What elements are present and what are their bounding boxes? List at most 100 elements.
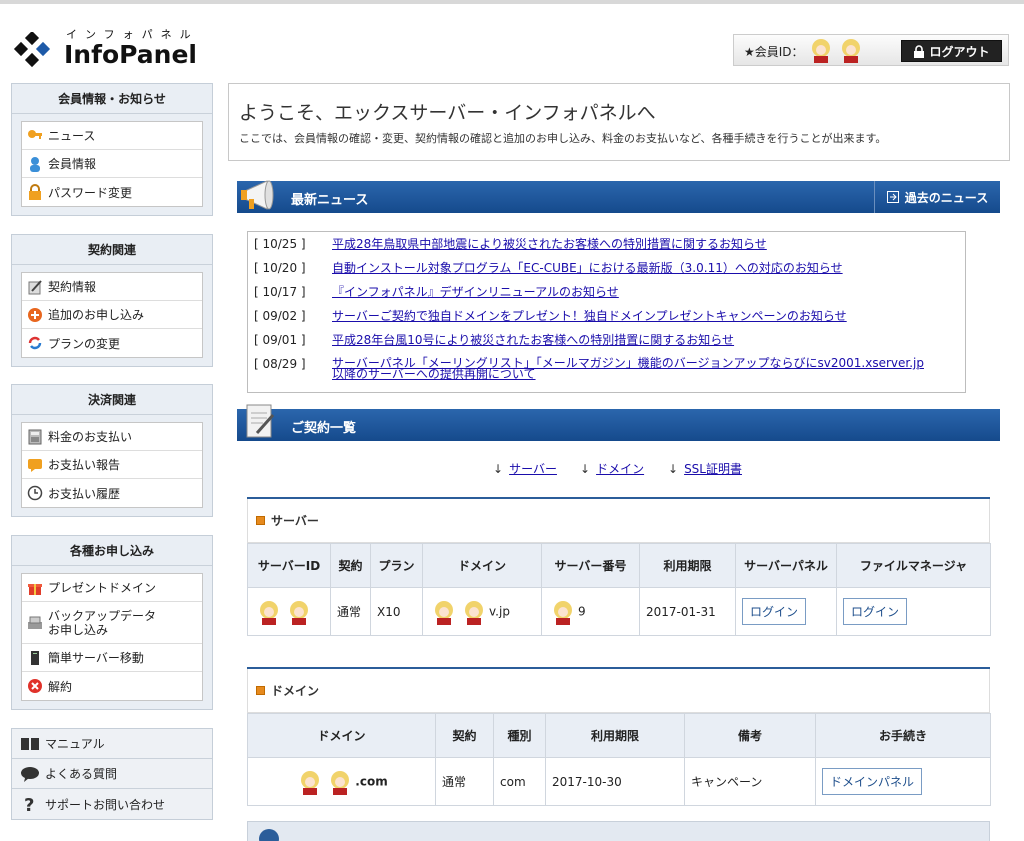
user-box: ★会員ID： ログアウト (733, 34, 1009, 66)
sidebar-item-manual[interactable]: マニュアル (12, 729, 212, 759)
column-header: 利用期限 (639, 543, 736, 588)
lock-icon (914, 44, 925, 58)
news-link[interactable]: 自動インストール対象プログラム「EC-CUBE」における最新版（3.0.11）へ… (332, 262, 843, 275)
table-row: 通常 X10 v.jp 9 2017-01-31 ログイン ログイン (247, 587, 991, 636)
speech-bubble-icon (28, 458, 42, 472)
sidebar-item-label: サポートお問い合わせ (45, 797, 166, 812)
news-link[interactable]: サーバーご契約で独自ドメインをプレゼント！独自ドメインプレゼントキャンペーンのお… (332, 310, 847, 323)
file-manager-login-button[interactable]: ログイン (843, 598, 908, 625)
plan-cell: X10 (370, 587, 423, 636)
column-header: ドメイン (247, 713, 436, 758)
domain-suffix: v.jp (489, 604, 510, 618)
sidebar-item-plan-change[interactable]: プランの変更 (22, 329, 202, 357)
logout-button[interactable]: ログアウト (901, 40, 1002, 62)
sidebar-item-add-order[interactable]: 追加のお申し込み (22, 301, 202, 329)
news-section-bar: 最新ニュース 過去のニュース (237, 180, 1000, 213)
document-pen-icon (28, 279, 42, 294)
sidebar-item-label: プレゼントドメイン (48, 581, 157, 595)
news-link[interactable]: 平成28年鳥取県中部地震により被災されたお客様への特別措置に関するお知らせ (332, 238, 767, 251)
column-header: サーバーパネル (735, 543, 837, 588)
type-cell: com (493, 757, 546, 806)
column-header: 種別 (493, 713, 546, 758)
sidebar-item-label: お支払い報告 (48, 458, 121, 472)
server-panel-login-button[interactable]: ログイン (742, 598, 807, 625)
sidebar-group-applications: 各種お申し込み プレゼントドメイン バックアップデータ お申し込み 簡単サーバー… (11, 535, 213, 710)
server-icon (31, 650, 39, 665)
jump-link-label[interactable]: サーバー (509, 462, 557, 476)
news-link[interactable]: 平成28年台風10号により被災されたお客様への特別措置に関するお知らせ (332, 334, 734, 347)
column-header: プラン (370, 543, 423, 588)
jump-link-label[interactable]: ドメイン (596, 462, 644, 476)
column-header: ドメイン (422, 543, 542, 588)
sidebar-item-label: よくある質問 (45, 767, 118, 781)
table-row: .com 通常 com 2017-10-30 キャンペーン ドメインパネル (247, 757, 991, 806)
news-link[interactable]: 『インフォパネル』デザインリニューアルのお知らせ (332, 286, 619, 299)
column-header: ファイルマネージャ (836, 543, 991, 588)
sidebar-item-payment-report[interactable]: お支払い報告 (22, 451, 202, 479)
sidebar-item-cancel[interactable]: 解約 (22, 672, 202, 700)
logo-diamonds-icon (13, 32, 51, 68)
avatar-icon (260, 600, 278, 625)
file-manager-cell: ログイン (836, 587, 991, 636)
domain-suffix: .com (355, 774, 388, 788)
past-news-link[interactable]: 過去のニュース (874, 181, 1000, 213)
sidebar-item-payment-history[interactable]: お支払い履歴 (22, 479, 202, 507)
orange-square-icon (256, 686, 265, 695)
server-number-cell: 9 (541, 587, 640, 636)
domain-contract-table: ドメイン ドメイン 契約 種別 利用期限 備考 お手続き .com 通常 com… (247, 667, 991, 806)
sidebar-item-label: バックアップデータ (48, 608, 157, 623)
sidebar-item-faq[interactable]: よくある質問 (12, 759, 212, 789)
sidebar-item-password[interactable]: パスワード変更 (22, 178, 202, 206)
news-list: [ 10/25 ] 平成28年鳥取県中部地震により被災されたお客様への特別措置に関… (247, 231, 966, 393)
column-header: 契約 (330, 543, 371, 588)
sidebar-item-payment[interactable]: 料金のお支払い (22, 423, 202, 451)
news-item: [ 09/02 ] サーバーご契約で独自ドメインをプレゼント！独自ドメインプレゼン… (248, 310, 965, 323)
contract-document-icon (246, 404, 275, 438)
jump-link-server[interactable]: ↓ サーバー (493, 460, 557, 477)
sidebar-group-title: 各種お申し込み (12, 536, 212, 566)
contracts-section-bar: ご契約一覧 (237, 404, 1000, 441)
jump-link-domain[interactable]: ↓ ドメイン (580, 460, 644, 477)
sidebar-group-contract: 契約関連 契約情報 追加のお申し込み プランの変更 (11, 234, 213, 367)
contracts-section-title: ご契約一覧 (291, 421, 357, 436)
domain-cell: v.jp (422, 587, 542, 636)
sidebar-item-member-info[interactable]: 会員情報 (22, 150, 202, 178)
news-link[interactable]: サーバーパネル「メーリングリスト」「メールマガジン」機能のバージョンアップならび… (332, 357, 924, 380)
sidebar-group-title: 契約関連 (12, 235, 212, 265)
sidebar-item-backup[interactable]: バックアップデータ お申し込み (22, 602, 202, 644)
svg-text:?: ? (24, 796, 34, 812)
infopanel-logo[interactable]: インフォパネル InfoPanel (12, 24, 212, 76)
sidebar-item-contract-info[interactable]: 契約情報 (22, 273, 202, 301)
jump-link-label[interactable]: SSL証明書 (684, 462, 742, 476)
avatar-icon (331, 770, 350, 795)
news-item: [ 08/29 ] サーバーパネル「メーリングリスト」「メールマガジン」機能のバー… (248, 357, 965, 380)
sidebar-item-server-move[interactable]: 簡単サーバー移動 (22, 644, 202, 672)
jump-link-ssl[interactable]: ↓ SSL証明書 (668, 460, 742, 477)
clock-icon (27, 485, 43, 501)
sidebar-item-label: ニュース (48, 129, 96, 143)
sidebar-item-news[interactable]: ニュース (22, 122, 202, 150)
next-section-bar (247, 821, 990, 841)
news-date: [ 10/17 ] (254, 285, 306, 299)
column-header: 契約 (435, 713, 494, 758)
sidebar-help-links: マニュアル よくある質問 ? サポートお問い合わせ (11, 728, 213, 820)
sidebar-item-label: お支払い履歴 (48, 486, 121, 501)
news-section-title: 最新ニュース (291, 193, 369, 208)
sidebar-item-label: 簡単サーバー移動 (48, 651, 144, 665)
domain-panel-button[interactable]: ドメインパネル (822, 768, 923, 795)
member-id-label: ★会員ID： (744, 45, 804, 59)
logo-name: InfoPanel (64, 40, 197, 69)
server-panel-cell: ログイン (735, 587, 837, 636)
avatar-icon (435, 600, 453, 625)
avatar-icon (301, 770, 320, 795)
news-date: [ 10/20 ] (254, 261, 306, 275)
expiry-cell: 2017-01-31 (639, 587, 736, 636)
plus-circle-icon (28, 307, 42, 322)
sidebar-item-present-domain[interactable]: プレゼントドメイン (22, 574, 202, 602)
news-date: [ 09/01 ] (254, 333, 306, 347)
expiry-cell: 2017-10-30 (545, 757, 685, 806)
cancel-circle-icon (28, 679, 42, 693)
refresh-icon (28, 336, 42, 350)
sidebar-item-support[interactable]: ? サポートお問い合わせ (12, 789, 212, 819)
welcome-box: ようこそ、エックスサーバー・インフォパネルへ ここでは、会員情報の確認・変更、契… (228, 83, 1010, 161)
